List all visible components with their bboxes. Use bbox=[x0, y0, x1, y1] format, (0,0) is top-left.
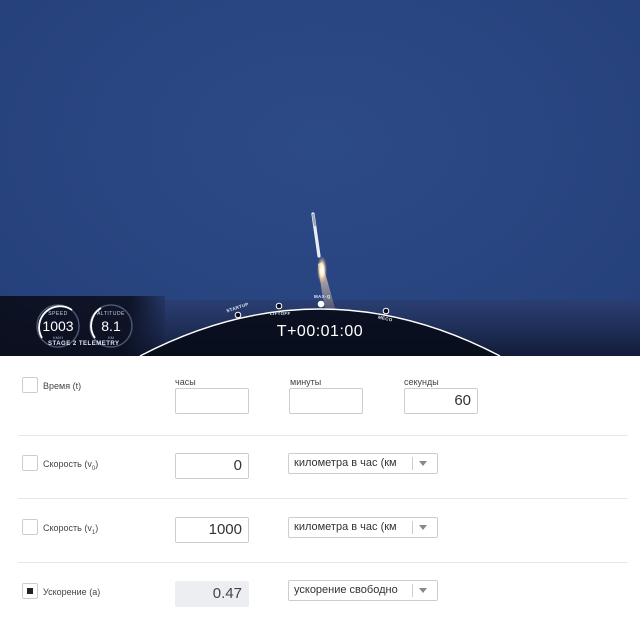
speed0-label-open: (v bbox=[84, 459, 92, 469]
launch-video-frame: SPEED 1003 KM/H ALTITUDE 8.1 KM STAGE 2 … bbox=[0, 0, 640, 356]
speed1-label: Скорость (v1) bbox=[43, 523, 98, 536]
speed1-label-close: ) bbox=[95, 523, 99, 533]
seconds-header: секунды bbox=[404, 377, 439, 387]
chevron-down-icon[interactable] bbox=[419, 588, 427, 593]
minutes-input[interactable] bbox=[289, 388, 363, 414]
accel-result: 0.47 bbox=[175, 581, 249, 607]
speed1-input[interactable]: 1000 bbox=[175, 517, 249, 543]
milestone-maxq-label: MAX-Q bbox=[314, 294, 331, 299]
milestone-startup-dot bbox=[234, 311, 242, 319]
accel-label-var: (a) bbox=[89, 587, 101, 597]
time-label-text: Время bbox=[43, 381, 71, 391]
speed1-checkbox[interactable] bbox=[22, 519, 38, 535]
row-divider bbox=[18, 435, 628, 436]
chevron-down-icon[interactable] bbox=[419, 525, 427, 530]
speed1-unit-select[interactable]: километра в час (км bbox=[288, 517, 438, 538]
select-divider bbox=[412, 457, 413, 470]
seconds-input[interactable]: 60 bbox=[404, 388, 478, 414]
time-label-var: (t) bbox=[72, 381, 82, 391]
accel-unit-select[interactable]: ускорение свободно bbox=[288, 580, 438, 601]
speed0-label-close: ) bbox=[95, 459, 99, 469]
hours-header: часы bbox=[175, 377, 196, 387]
select-divider bbox=[412, 584, 413, 597]
milestone-meco-dot bbox=[382, 307, 390, 315]
speed0-label: Скорость (v0) bbox=[43, 459, 98, 472]
milestone-liftoff-dot bbox=[275, 302, 283, 310]
mission-timeline-arc bbox=[139, 300, 501, 356]
mission-timer: T+00:01:00 bbox=[276, 323, 364, 340]
speed1-label-text: Скорость bbox=[43, 523, 82, 533]
row-divider bbox=[18, 562, 628, 563]
chevron-down-icon[interactable] bbox=[419, 461, 427, 466]
speed0-input[interactable]: 0 bbox=[175, 453, 249, 479]
speed0-checkbox[interactable] bbox=[22, 455, 38, 471]
speed0-unit-select[interactable]: километра в час (км bbox=[288, 453, 438, 474]
speed1-unit-value: километра в час (км bbox=[294, 521, 397, 533]
speed1-label-open: (v bbox=[84, 523, 92, 533]
time-label: Время (t) bbox=[43, 381, 81, 391]
time-checkbox[interactable] bbox=[22, 377, 38, 393]
accel-label-text: Ускорение bbox=[43, 587, 87, 597]
hours-input[interactable] bbox=[175, 388, 249, 414]
minutes-header: минуты bbox=[290, 377, 322, 387]
accel-checkbox[interactable] bbox=[22, 583, 38, 599]
milestone-liftoff-label: LIFTOFF bbox=[270, 311, 291, 316]
speed0-unit-value: километра в час (км bbox=[294, 457, 397, 469]
select-divider bbox=[412, 521, 413, 534]
row-divider bbox=[18, 498, 628, 499]
accel-label: Ускорение (a) bbox=[43, 587, 100, 597]
speed0-label-text: Скорость bbox=[43, 459, 82, 469]
calculator-form: Время (t) часы минуты секунды 60 Скорост… bbox=[0, 356, 640, 623]
milestone-maxq-dot bbox=[317, 300, 325, 308]
accel-unit-value: ускорение свободно bbox=[294, 584, 398, 596]
